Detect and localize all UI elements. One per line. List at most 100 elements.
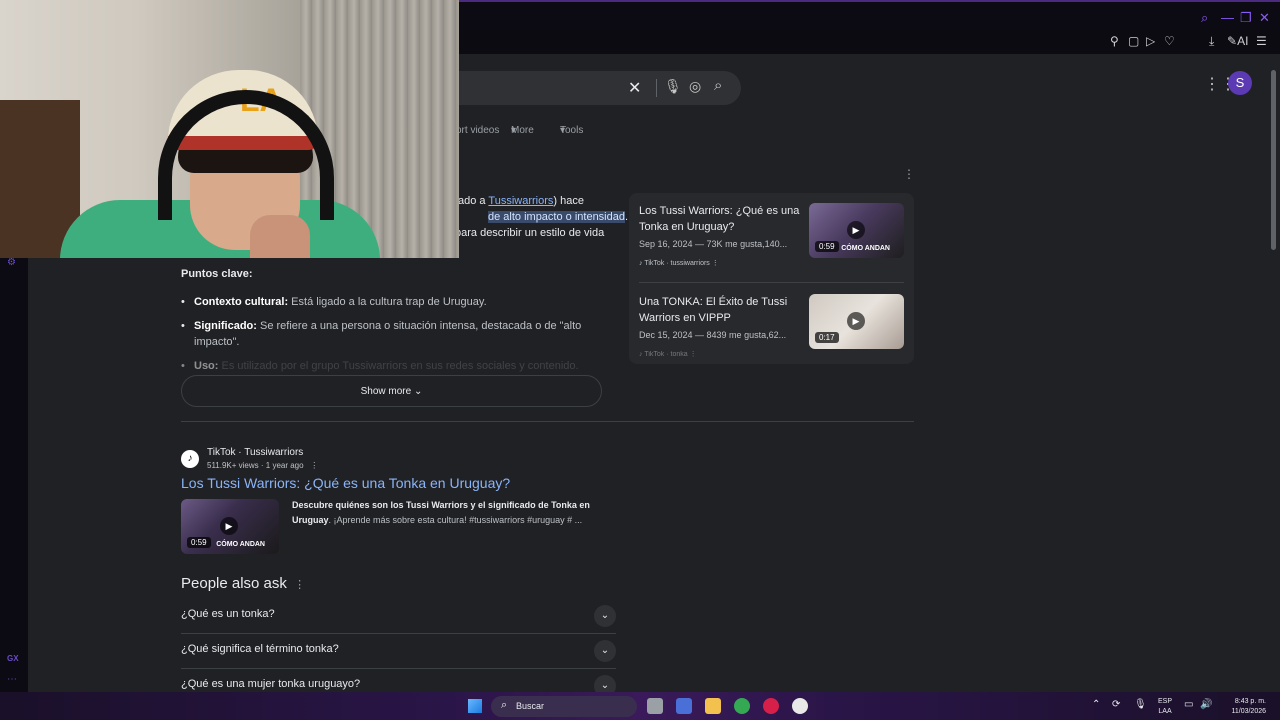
opera-gx-icon[interactable] — [763, 698, 779, 714]
language-indicator[interactable]: ESP LAA — [1158, 697, 1172, 717]
point-label: Contexto cultural: — [194, 296, 289, 308]
duration-badge: 0:59 — [187, 537, 211, 548]
close-icon[interactable]: ✕ — [1259, 10, 1270, 26]
point-text: Es utilizado por el grupo Tussiwarriors … — [218, 360, 579, 372]
search-icon[interactable]: ⌕ — [1201, 10, 1208, 26]
video-source-label: TikTok · tussiwarriors — [644, 260, 710, 267]
show-more-button[interactable]: Show more ⌄ — [181, 375, 602, 407]
play-icon: ▶ — [220, 517, 238, 535]
mic-icon[interactable]: 🎙 — [664, 78, 682, 95]
paa-question[interactable]: ¿Qué significa el término tonka? ⌄ — [181, 634, 616, 669]
lens-icon[interactable]: ◎ — [689, 78, 701, 95]
video-source: ♪ TikTok · tonka ⋮ — [639, 350, 697, 358]
more-icon[interactable]: ⋯ — [7, 674, 17, 685]
result-description: Descubre quiénes son los Tussi Warriors … — [292, 498, 610, 528]
video-separator — [639, 282, 904, 283]
paa-question-text: ¿Qué significa el término tonka? — [181, 643, 339, 655]
duration-badge: 0:17 — [815, 332, 839, 343]
chevron-down-icon[interactable]: ⌄ — [594, 640, 616, 662]
chevron-down-icon[interactable]: ⌄ — [594, 675, 616, 692]
options-icon[interactable]: ⋮ — [310, 461, 318, 470]
paa-question-text: ¿Qué es una mujer tonka uruguayo? — [181, 678, 361, 690]
ai-button[interactable]: ✎AI — [1227, 34, 1248, 48]
menu-icon[interactable]: ☰ — [1256, 34, 1267, 48]
restore-icon[interactable]: ❐ — [1240, 10, 1252, 26]
thumbnail-caption: CÓMO ANDAN — [841, 245, 890, 252]
webcam-hand — [250, 215, 310, 258]
filter-tools[interactable]: Tools ▾ — [560, 125, 583, 136]
heart-icon[interactable]: ♡ — [1164, 34, 1175, 48]
search-box[interactable]: ✕ 🎙 ◎ ⌕ — [458, 71, 741, 105]
pin-icon[interactable]: ⚲ — [1110, 34, 1119, 48]
taskbar-search[interactable]: ⌕ Buscar — [491, 696, 637, 717]
sync-icon[interactable]: ⟳ — [1112, 699, 1120, 710]
chevron-up-icon[interactable]: ⌃ — [1092, 699, 1100, 710]
task-view-icon[interactable] — [647, 698, 663, 714]
chrome-icon[interactable] — [734, 698, 750, 714]
point-text: Está ligado a la cultura trap de Uruguay… — [288, 296, 487, 308]
paa-question[interactable]: ¿Qué es un tonka? ⌄ — [181, 599, 616, 634]
video-meta: Dec 15, 2024 — 8439 me gusta,62... — [639, 330, 787, 340]
result-source-name[interactable]: TikTok · Tussiwarriors — [207, 447, 303, 458]
paa-question-text: ¿Qué es un tonka? — [181, 608, 275, 620]
result-title-link[interactable]: Los Tussi Warriors: ¿Qué es una Tonka en… — [181, 475, 510, 491]
avatar[interactable]: S — [1228, 71, 1252, 95]
page-scrollbar[interactable] — [1268, 54, 1280, 692]
clear-icon[interactable]: ✕ — [628, 78, 641, 98]
network-icon[interactable]: ▭ — [1184, 699, 1193, 710]
settings-icon[interactable]: ⚙ — [7, 257, 16, 268]
clock[interactable]: 8:43 p. m. 11/03/2026 — [1222, 697, 1266, 717]
paa-question[interactable]: ¿Qué es una mujer tonka uruguayo? ⌄ — [181, 669, 616, 692]
lang-code: ESP — [1158, 698, 1173, 705]
player-icon[interactable]: ▷ — [1146, 34, 1155, 48]
file-explorer-icon[interactable] — [705, 698, 721, 714]
options-icon[interactable]: ⋮ — [291, 579, 305, 591]
options-icon[interactable]: ⋮ — [712, 260, 719, 267]
tussiwarriors-link[interactable]: Tussiwarriors — [488, 195, 553, 207]
search-divider — [656, 79, 657, 97]
scroll-thumb[interactable] — [1271, 70, 1276, 250]
windows-start-icon[interactable] — [468, 699, 482, 713]
result-thumbnail[interactable]: ▶ 0:59 CÓMO ANDAN — [181, 499, 279, 554]
paa-heading: People also ask ⋮ — [181, 575, 305, 592]
video-card[interactable]: Los Tussi Warriors: ¿Qué es una Tonka en… — [629, 193, 914, 278]
filter-more-label: More — [511, 125, 534, 136]
filter-short-videos[interactable]: ort videos — [456, 125, 499, 136]
overview-text-fragment: ) hace — [553, 195, 584, 207]
result-meta-text: 511.9K+ views · 1 year ago — [207, 461, 304, 470]
ai-overview-text: ado a Tussiwarriors) hace de alto impact… — [455, 193, 628, 241]
video-meta: Sep 16, 2024 — 73K me gusta,140... — [639, 239, 788, 249]
snapshot-icon[interactable]: ▢ — [1128, 34, 1139, 48]
taskbar: ⌕ Buscar ⌃ ⟳ 🎙 ESP LAA ▭ 🔊 8:43 p. m. 11/0… — [0, 692, 1280, 720]
overview-text-fragment: . — [624, 211, 629, 223]
overview-options-icon[interactable]: ⋮ — [903, 167, 915, 181]
video-thumbnail[interactable]: ▶ 0:59 CÓMO ANDAN — [809, 203, 904, 258]
store-icon[interactable] — [676, 698, 692, 714]
paa-title-text: People also ask — [181, 575, 287, 592]
highlighted-text: de alto impacto o intensidad — [488, 211, 625, 223]
options-icon[interactable]: ⋮ — [690, 351, 697, 358]
app-icon[interactable] — [792, 698, 808, 714]
download-icon[interactable]: ⤓ — [1209, 34, 1214, 49]
filter-tools-label: Tools — [560, 125, 584, 136]
ai-label: AI — [1237, 34, 1249, 48]
tiktok-icon: ♪ — [181, 450, 199, 468]
video-title[interactable]: Una TONKA: El Éxito de Tussi Warriors en… — [639, 294, 804, 326]
search-icon[interactable]: ⌕ — [714, 77, 722, 94]
overview-line-2: de alto impacto o intensidad. — [488, 209, 628, 225]
result-desc-rest: . ¡Aprende más sobre esta cultura! #tuss… — [328, 515, 583, 525]
gx-icon[interactable]: GX — [7, 654, 19, 663]
mic-icon[interactable]: 🎙 — [1134, 699, 1147, 710]
video-card[interactable]: Una TONKA: El Éxito de Tussi Warriors en… — [629, 284, 914, 364]
play-icon: ▶ — [847, 221, 865, 239]
video-source-label: TikTok · tonka — [644, 351, 688, 358]
volume-icon[interactable]: 🔊 — [1200, 699, 1212, 710]
chevron-down-icon[interactable]: ⌄ — [594, 605, 616, 627]
minimize-icon[interactable]: — — [1221, 10, 1234, 25]
video-title[interactable]: Los Tussi Warriors: ¿Qué es una Tonka en… — [639, 203, 804, 235]
thumbnail-caption: CÓMO ANDAN — [216, 541, 265, 548]
search-icon: ⌕ — [501, 699, 508, 711]
filter-more[interactable]: More ▾ — [511, 125, 534, 136]
video-thumbnail[interactable]: ▶ 0:17 — [809, 294, 904, 349]
overview-line-3: para describir un estilo de vida — [455, 227, 605, 239]
